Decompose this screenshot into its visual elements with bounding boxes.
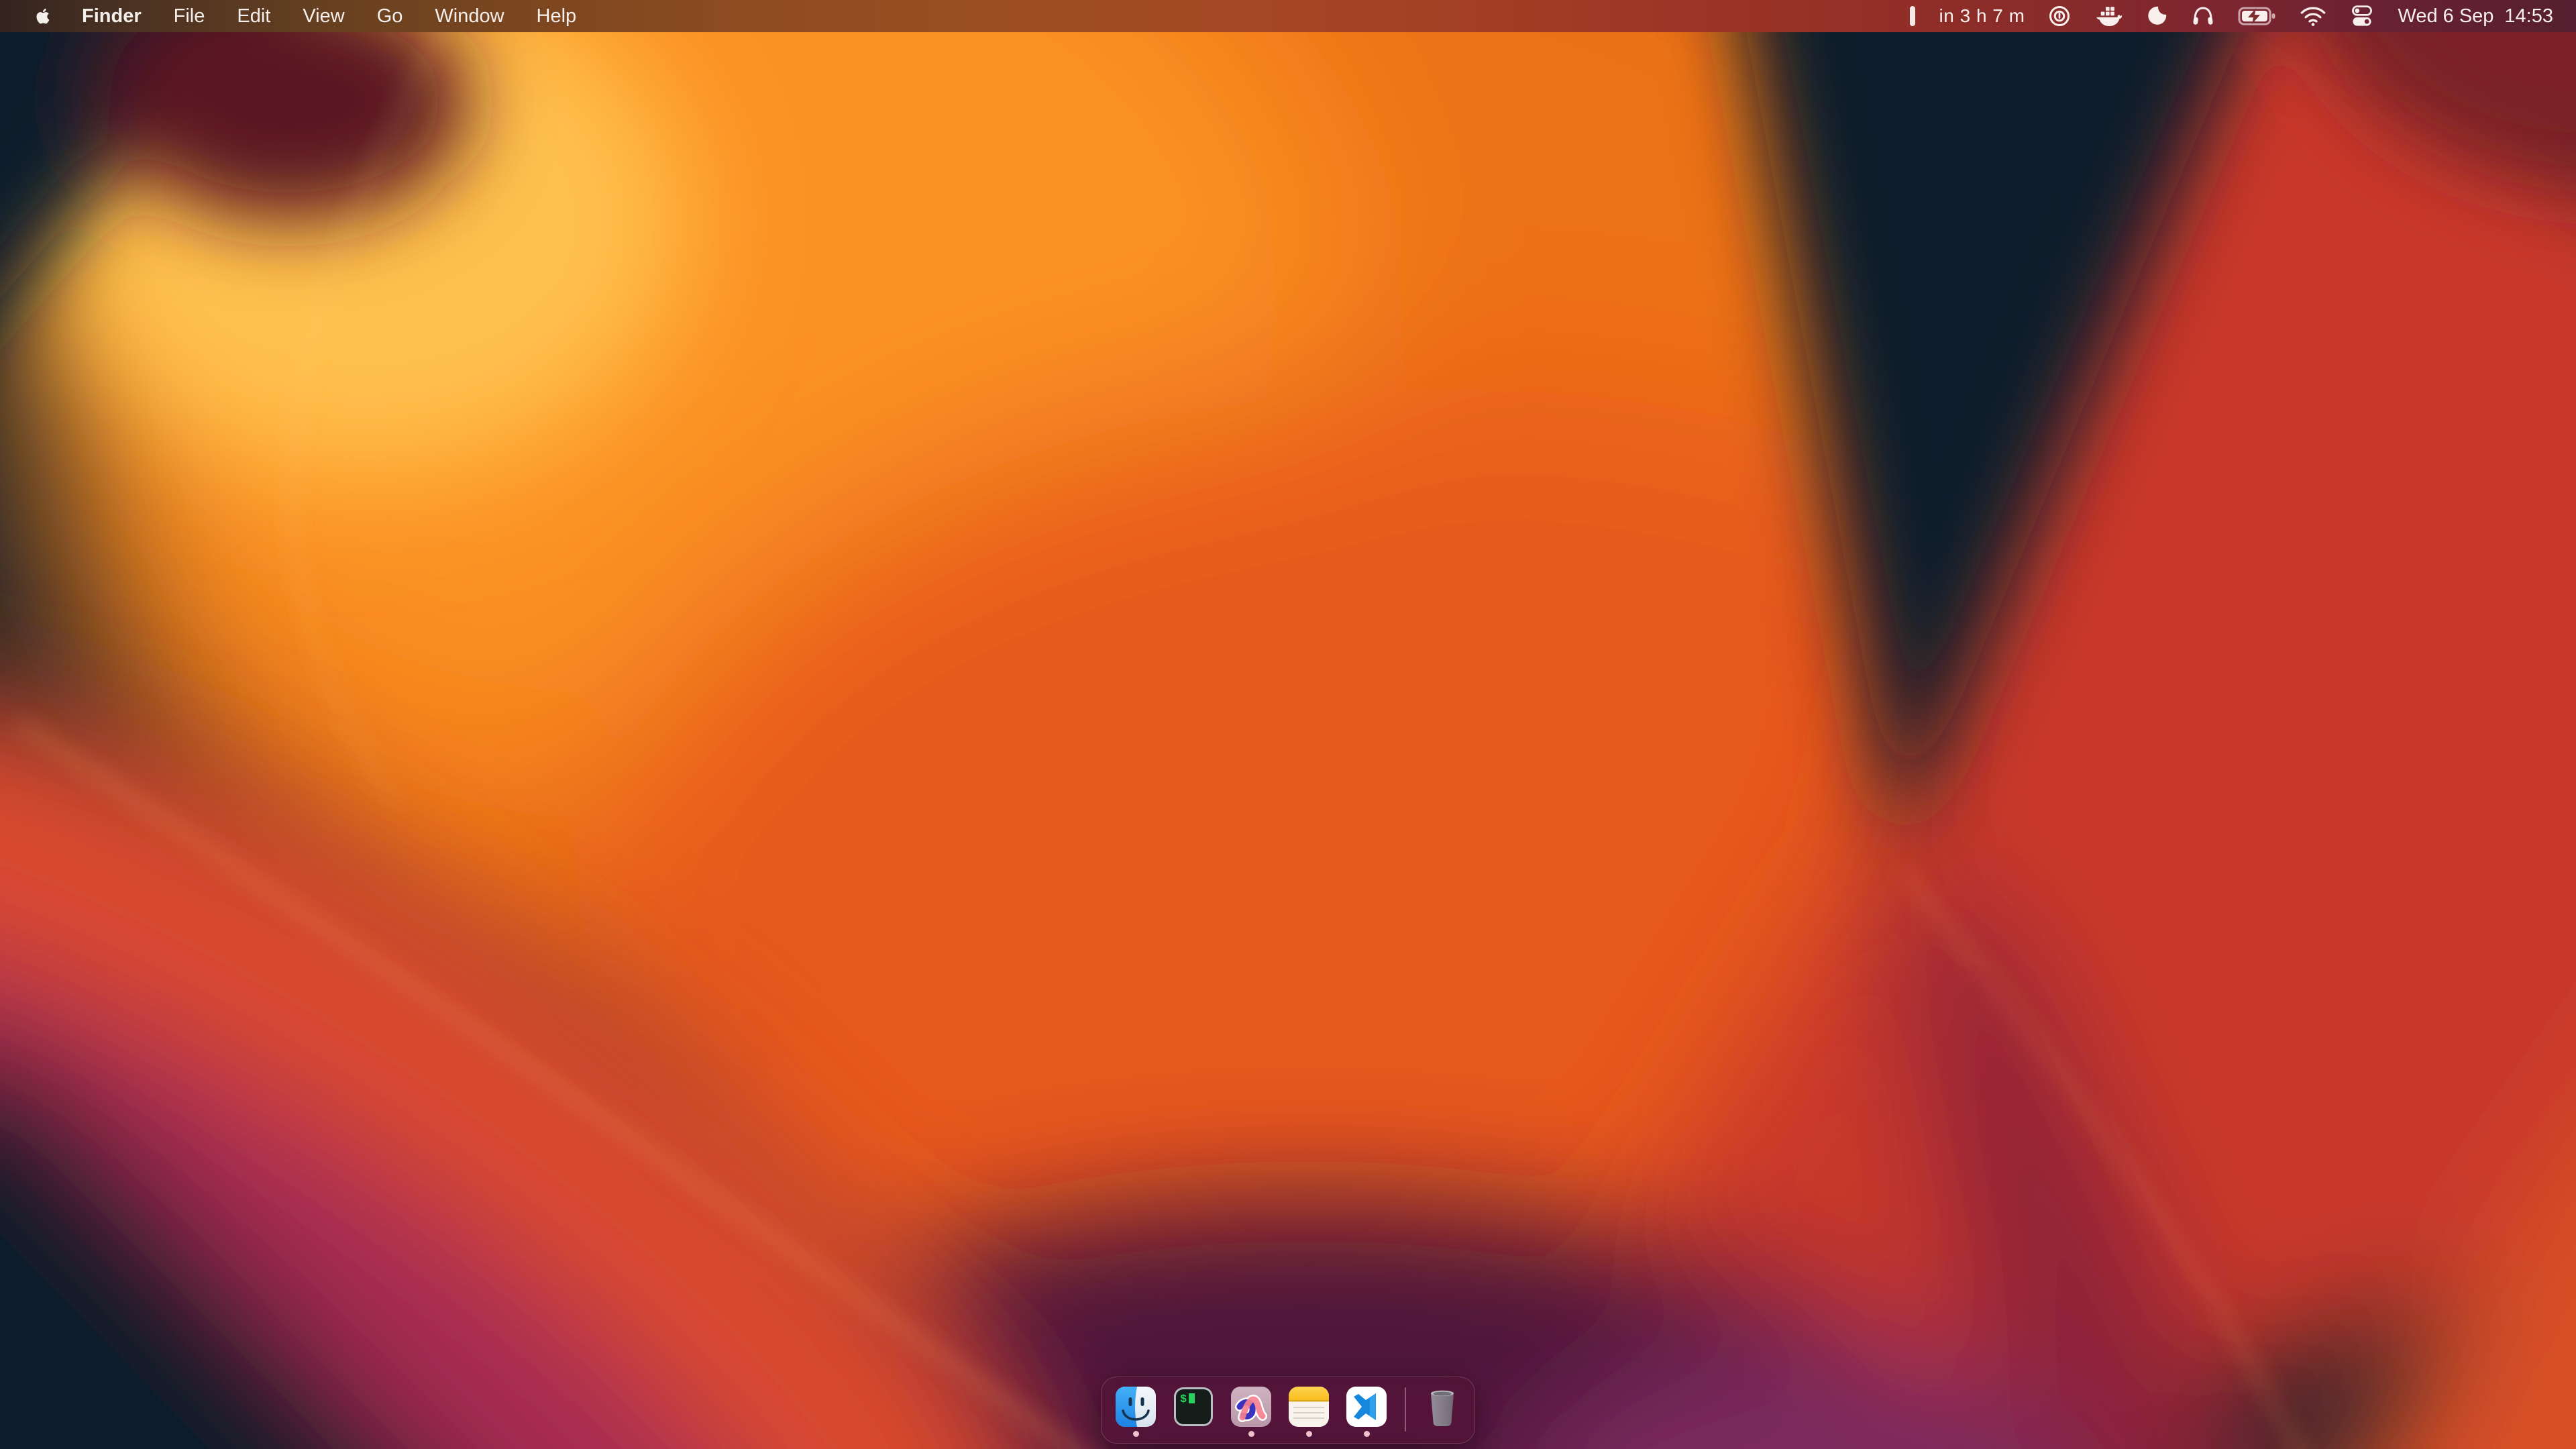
running-indicator [1306, 1431, 1312, 1437]
trash-icon [1424, 1388, 1461, 1428]
terminal-icon: $ [1173, 1386, 1214, 1428]
menu-edit[interactable]: Edit [221, 0, 286, 32]
wifi-icon [2300, 5, 2326, 27]
menu-date: Wed 6 Sep [2398, 5, 2493, 28]
menu-file[interactable]: File [158, 0, 221, 32]
menu-view[interactable]: View [286, 0, 360, 32]
running-indicator [1364, 1431, 1370, 1437]
status-pill-glyph [1909, 5, 1917, 28]
battery-menu-item[interactable] [2238, 6, 2277, 26]
apple-menu[interactable] [20, 0, 66, 32]
terminal-prompt: $ [1180, 1393, 1187, 1406]
finder-icon [1115, 1386, 1157, 1428]
menu-bar: Finder File Edit View Go Window Help in … [0, 0, 2576, 32]
headphones-icon [2191, 4, 2215, 28]
notes-icon [1288, 1386, 1330, 1428]
1password-icon [2047, 4, 2072, 28]
dock-divider [1405, 1387, 1406, 1432]
focus-moon-icon [2145, 5, 2168, 28]
event-timer-label[interactable]: in 3 h 7 m [1939, 5, 2025, 27]
wallpaper [0, 0, 2576, 1449]
menu-window[interactable]: Window [419, 0, 520, 32]
dock-notes[interactable] [1288, 1386, 1330, 1437]
apple-icon [33, 6, 53, 26]
docker-icon [2094, 4, 2123, 28]
menu-time: 14:53 [2504, 5, 2553, 28]
dock-finder[interactable] [1115, 1386, 1157, 1437]
menu-app-name[interactable]: Finder [66, 0, 158, 32]
1password-menu-item[interactable] [2047, 4, 2072, 28]
desktop: Finder File Edit View Go Window Help in … [0, 0, 2576, 1449]
arc-browser-icon [1230, 1386, 1272, 1428]
sound-menu-item[interactable] [2191, 4, 2215, 28]
focus-menu-item[interactable] [2145, 5, 2168, 28]
wifi-menu-item[interactable] [2300, 5, 2326, 27]
running-indicator [1133, 1431, 1139, 1437]
vscode-icon [1346, 1386, 1387, 1428]
menu-help[interactable]: Help [521, 0, 593, 32]
running-indicator [1248, 1431, 1254, 1437]
menu-go[interactable]: Go [361, 0, 419, 32]
dock-trash[interactable] [1424, 1388, 1461, 1428]
dock-vscode[interactable] [1346, 1386, 1387, 1437]
status-pill-icon[interactable] [1909, 5, 1917, 28]
control-center-menu-item[interactable] [2349, 5, 2375, 28]
dock-arc[interactable] [1230, 1386, 1272, 1437]
dock-terminal[interactable]: $ [1173, 1386, 1214, 1437]
docker-menu-item[interactable] [2094, 4, 2123, 28]
dock: $ [1101, 1377, 1475, 1444]
menu-clock[interactable]: Wed 6 Sep 14:53 [2398, 5, 2553, 28]
control-center-icon [2349, 5, 2375, 28]
dock-area: $ [0, 1377, 2576, 1444]
battery-charging-icon [2238, 6, 2277, 26]
